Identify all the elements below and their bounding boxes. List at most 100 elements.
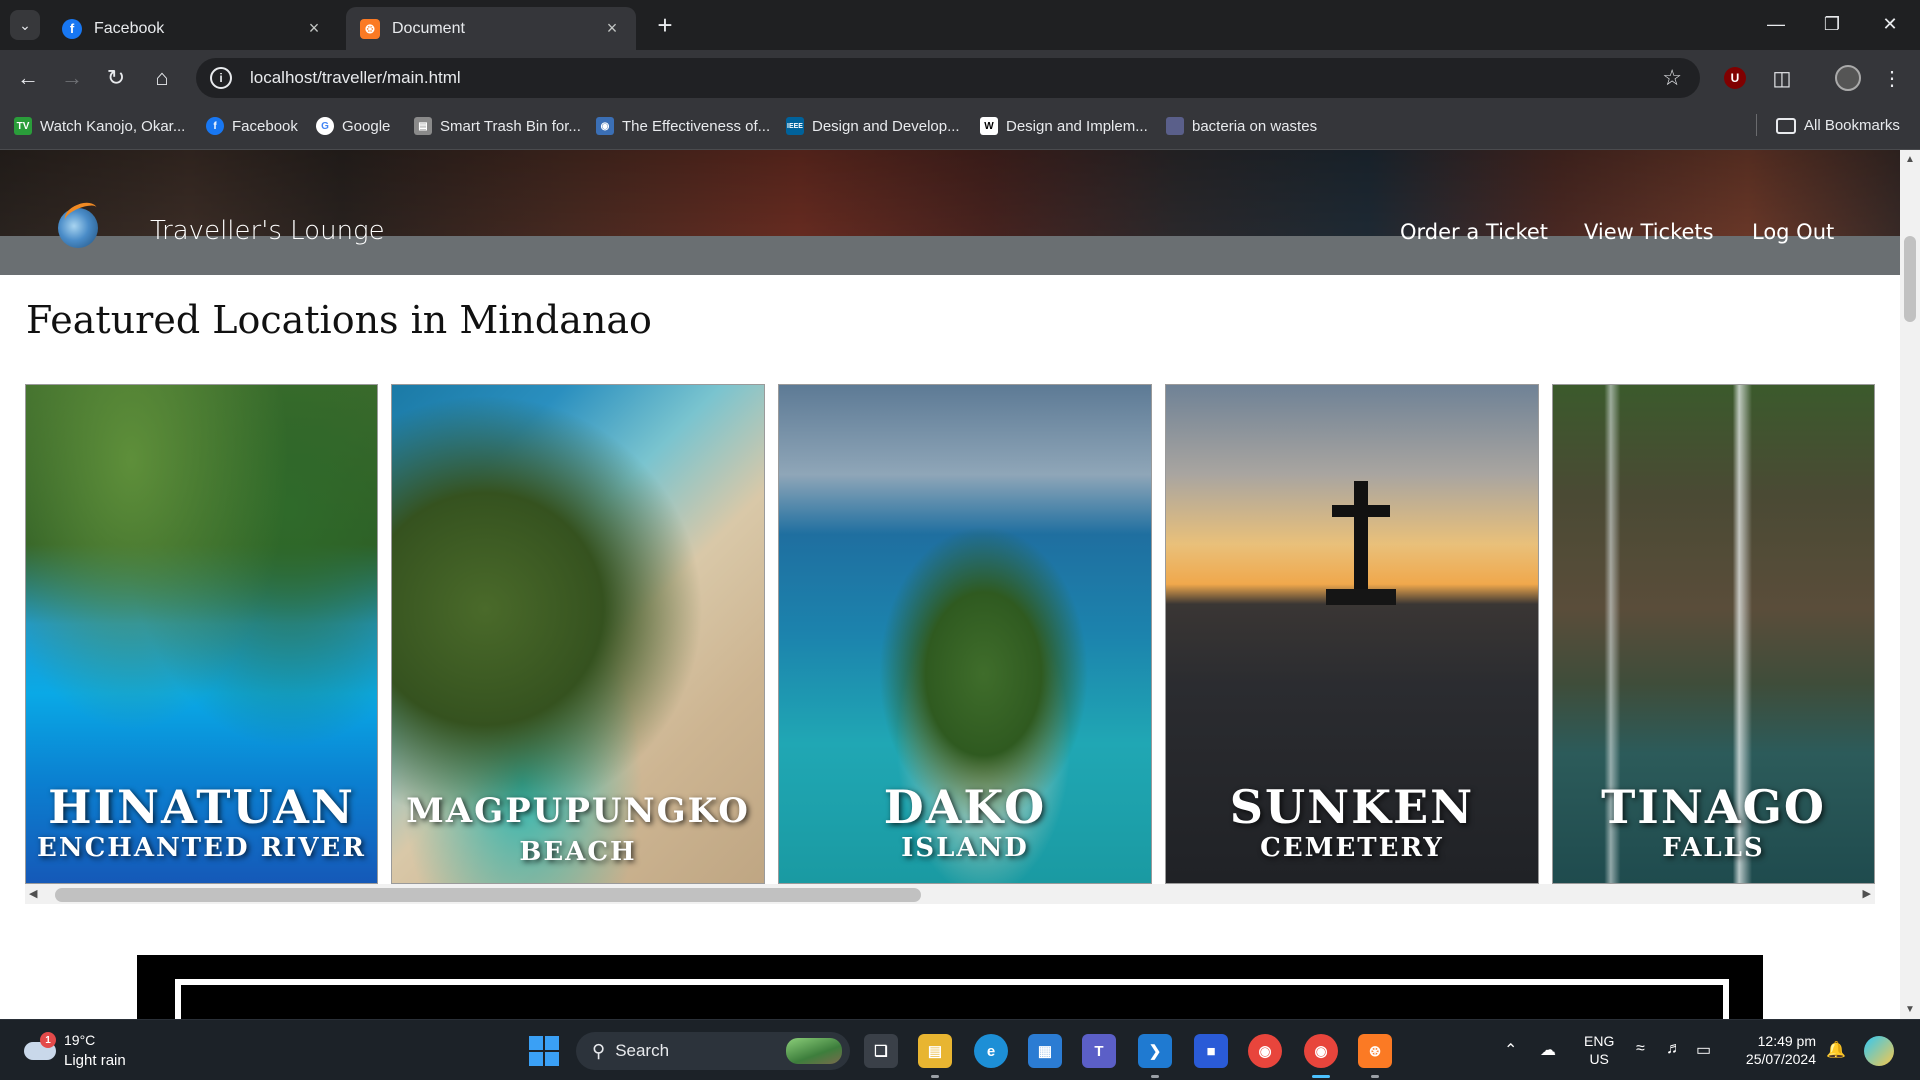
clock-time: 12:49 pm [1757, 1033, 1816, 1049]
nav-view-tickets[interactable]: View Tickets [1584, 220, 1714, 244]
location-subtitle: BEACH [519, 837, 637, 867]
location-subtitle: ISLAND [901, 833, 1029, 863]
site-info-icon[interactable]: i [210, 67, 232, 89]
bookmark-label: Smart Trash Bin for... [440, 117, 581, 135]
google-icon: G [316, 117, 334, 135]
onedrive-icon[interactable]: ☁ [1540, 1040, 1556, 1060]
app-icon[interactable]: ■ [1194, 1034, 1228, 1068]
xampp-icon[interactable]: ⊛ [1358, 1034, 1392, 1068]
facebook-icon: f [206, 117, 224, 135]
chrome-profile-icon[interactable]: ◉ [1304, 1034, 1338, 1068]
extensions-puzzle-icon[interactable]: ◫ [1768, 64, 1796, 92]
bookmark-label: All Bookmarks [1804, 117, 1900, 134]
volume-icon[interactable]: ♬ [1666, 1040, 1682, 1058]
page-viewport[interactable]: Traveller's Lounge Order a Ticket View T… [0, 150, 1920, 1019]
back-button[interactable]: ← [12, 62, 44, 94]
home-button[interactable]: ⌂ [146, 62, 178, 94]
location-card-tinago[interactable]: TINAGO FALLS [1552, 384, 1875, 884]
microsoft-store-icon[interactable]: ▦ [1028, 1034, 1062, 1068]
location-card-sunken[interactable]: SUNKEN CEMETERY [1165, 384, 1539, 884]
new-tab-button[interactable]: + [650, 10, 680, 40]
close-window-button[interactable]: ✕ [1870, 8, 1910, 40]
profile-avatar[interactable] [1835, 65, 1861, 91]
task-view-icon[interactable]: ❏ [864, 1034, 898, 1068]
windows-start-button[interactable] [529, 1036, 559, 1066]
close-icon[interactable]: × [304, 18, 324, 39]
bookmark-item[interactable]: bacteria on wastes [1166, 117, 1317, 135]
edge-icon[interactable]: e [974, 1034, 1008, 1068]
more-menu-icon[interactable]: ⋮ [1878, 64, 1906, 92]
chrome-icon[interactable]: ◉ [1248, 1034, 1282, 1068]
scroll-right-icon[interactable]: ▶ [1863, 887, 1871, 900]
plus-icon: + [657, 9, 673, 40]
bookmark-item[interactable]: ◉ The Effectiveness of... [596, 117, 770, 135]
page-title: Featured Locations in Mindanao [26, 298, 652, 342]
copilot-icon[interactable] [1864, 1036, 1894, 1066]
location-card-dako[interactable]: DAKO ISLAND [778, 384, 1152, 884]
scrollbar-thumb[interactable] [1904, 236, 1916, 322]
close-icon[interactable]: × [602, 18, 622, 39]
search-highlight-image [786, 1038, 842, 1064]
folder-icon [1776, 117, 1796, 134]
all-bookmarks-button[interactable]: All Bookmarks [1776, 117, 1900, 134]
bookmark-item[interactable]: IEEE Design and Develop... [786, 117, 960, 135]
teams-icon[interactable]: T [1082, 1034, 1116, 1068]
site-header: Traveller's Lounge Order a Ticket View T… [0, 150, 1900, 275]
url-text[interactable]: localhost/traveller/main.html [250, 68, 1662, 88]
tab-search-button[interactable]: ⌄ [10, 10, 40, 40]
wikipedia-icon: W [980, 117, 998, 135]
browser-toolbar: ← → ↻ ⌂ i localhost/traveller/main.html … [0, 50, 1920, 106]
wifi-icon[interactable]: ≈ [1636, 1040, 1645, 1058]
weather-description[interactable]: Light rain [64, 1052, 126, 1069]
scroll-up-icon[interactable]: ▲ [1905, 154, 1915, 165]
bookmark-label: Design and Implem... [1006, 117, 1148, 135]
show-hidden-icons-icon[interactable]: ⌃ [1504, 1040, 1517, 1060]
location-subtitle: CEMETERY [1260, 833, 1444, 863]
weather-widget[interactable]: 1 [22, 1032, 58, 1064]
site-logo[interactable] [58, 208, 98, 248]
address-bar[interactable]: i localhost/traveller/main.html ☆ [196, 58, 1700, 98]
globe-icon: ◉ [596, 117, 614, 135]
vscode-icon[interactable]: ❯ [1138, 1034, 1172, 1068]
bookmark-item[interactable]: TV Watch Kanojo, Okar... [14, 117, 185, 135]
scrollbar-thumb[interactable] [55, 888, 921, 902]
location-subtitle: FALLS [1662, 833, 1765, 863]
system-clock[interactable]: 12:49 pm 25/07/2024 [1736, 1032, 1816, 1068]
location-name: HINATUAN [48, 780, 355, 834]
running-indicator [1151, 1075, 1159, 1078]
scroll-left-icon[interactable]: ◀ [29, 887, 37, 900]
arrow-left-icon: ← [17, 65, 39, 90]
locations-gallery[interactable]: HINATUAN ENCHANTED RIVER MAGPUPUNGKO BEA… [25, 384, 1875, 884]
minimize-button[interactable]: — [1756, 8, 1796, 40]
scroll-down-icon[interactable]: ▼ [1905, 1004, 1915, 1015]
bookmark-label: Design and Develop... [812, 117, 960, 135]
forward-button[interactable]: → [56, 62, 88, 94]
tab-facebook[interactable]: f Facebook × [48, 7, 338, 50]
bookmark-item[interactable]: ▤ Smart Trash Bin for... [414, 117, 581, 135]
tab-title: Document [392, 19, 465, 37]
language-indicator[interactable]: ENG US [1584, 1032, 1614, 1068]
battery-icon[interactable]: ▭ [1696, 1040, 1711, 1060]
bookmark-item[interactable]: W Design and Implem... [980, 117, 1148, 135]
gallery-horizontal-scrollbar[interactable]: ◀ ▶ [25, 884, 1875, 904]
notifications-bell-icon[interactable]: 🔔 [1826, 1040, 1846, 1060]
panel-frame [175, 979, 1729, 1019]
ublock-extension-icon[interactable]: U [1724, 67, 1746, 89]
site-brand[interactable]: Traveller's Lounge [150, 216, 385, 246]
nav-log-out[interactable]: Log Out [1752, 220, 1834, 244]
location-card-magpupungko[interactable]: MAGPUPUNGKO BEACH [391, 384, 765, 884]
nav-order-ticket[interactable]: Order a Ticket [1400, 220, 1548, 244]
bookmark-star-icon[interactable]: ☆ [1662, 65, 1682, 91]
page-vertical-scrollbar[interactable]: ▲ ▼ [1900, 150, 1920, 1019]
tab-document[interactable]: ⊛ Document × [346, 7, 636, 50]
file-explorer-icon[interactable]: ▤ [918, 1034, 952, 1068]
reload-button[interactable]: ↻ [100, 62, 132, 94]
weather-temperature[interactable]: 19°C [64, 1032, 95, 1048]
search-icon: ⚲ [592, 1040, 606, 1061]
restore-button[interactable]: ❐ [1812, 8, 1852, 40]
location-card-hinatuan[interactable]: HINATUAN ENCHANTED RIVER [25, 384, 378, 884]
bookmark-item[interactable]: f Facebook [206, 117, 298, 135]
bookmark-label: Facebook [232, 117, 298, 135]
bookmark-item[interactable]: G Google [316, 117, 390, 135]
taskbar-search[interactable]: ⚲ Search [576, 1032, 850, 1070]
